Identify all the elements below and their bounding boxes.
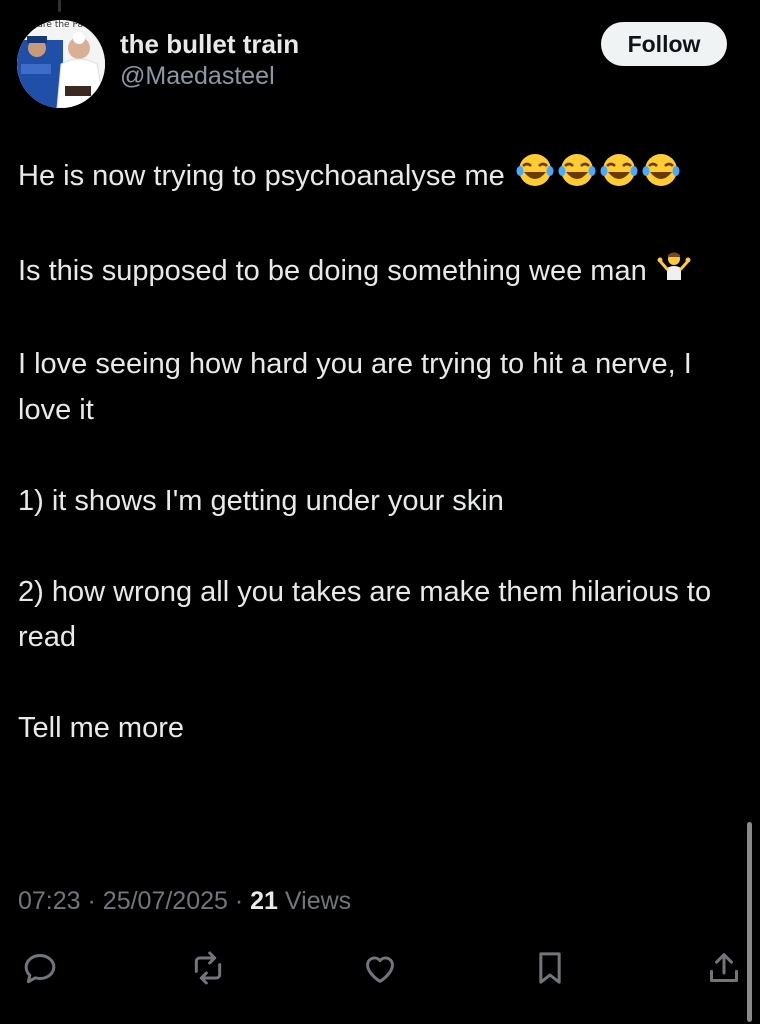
tweet-line-text: He is now trying to psychoanalyse me bbox=[18, 159, 505, 192]
face-with-tears-of-joy-icon bbox=[515, 152, 555, 203]
person-shrugging-icon bbox=[657, 248, 691, 297]
scrollbar[interactable] bbox=[747, 822, 752, 1022]
follow-button[interactable]: Follow bbox=[601, 22, 727, 66]
tweet-line: Tell me more bbox=[18, 712, 184, 744]
tweet-line: 1) it shows I'm getting under your skin bbox=[18, 484, 504, 517]
tweet-line: 2) how wrong all you takes are make them… bbox=[18, 575, 712, 654]
avatar[interactable]: e are the Pa bbox=[17, 20, 105, 108]
action-bar bbox=[0, 940, 760, 996]
tweet-date[interactable]: 25/07/2025 bbox=[103, 887, 228, 915]
tweet-time[interactable]: 07:23 bbox=[18, 887, 81, 915]
tweet-meta: 07:23 · 25/07/2025 · 21 Views bbox=[18, 884, 351, 918]
like-icon[interactable] bbox=[352, 940, 408, 996]
face-with-tears-of-joy-icon bbox=[599, 152, 639, 203]
bookmark-icon[interactable] bbox=[522, 940, 578, 996]
meta-separator: · bbox=[87, 887, 96, 915]
repost-icon[interactable] bbox=[180, 940, 236, 996]
author-display-name[interactable]: the bullet train bbox=[120, 28, 299, 60]
tweet-line: I love seeing how hard you are trying to… bbox=[18, 348, 692, 426]
share-icon[interactable] bbox=[696, 940, 752, 996]
tweet-line-text: Is this supposed to be doing something w… bbox=[18, 254, 647, 287]
views-count[interactable]: 21 bbox=[250, 887, 278, 915]
thread-connector bbox=[58, 0, 61, 12]
meta-separator: · bbox=[234, 887, 244, 915]
tweet-line: Is this supposed to be doing something w… bbox=[18, 248, 718, 297]
author-handle[interactable]: @Maedasteel bbox=[120, 60, 299, 92]
author-block: the bullet train @Maedasteel bbox=[120, 28, 299, 92]
tweet-line: He is now trying to psychoanalyse me bbox=[18, 152, 718, 203]
face-with-tears-of-joy-icon bbox=[557, 152, 597, 203]
views-label[interactable]: Views bbox=[285, 887, 351, 915]
tweet-header: e are the Pa the bullet train @Maedastee… bbox=[17, 20, 727, 108]
tweet-text: He is now trying to psychoanalyse me Is … bbox=[18, 152, 718, 752]
reply-icon[interactable] bbox=[12, 940, 68, 996]
face-with-tears-of-joy-icon bbox=[641, 152, 681, 203]
avatar-image bbox=[17, 20, 105, 108]
avatar-caption: e are the Pa bbox=[29, 20, 83, 30]
